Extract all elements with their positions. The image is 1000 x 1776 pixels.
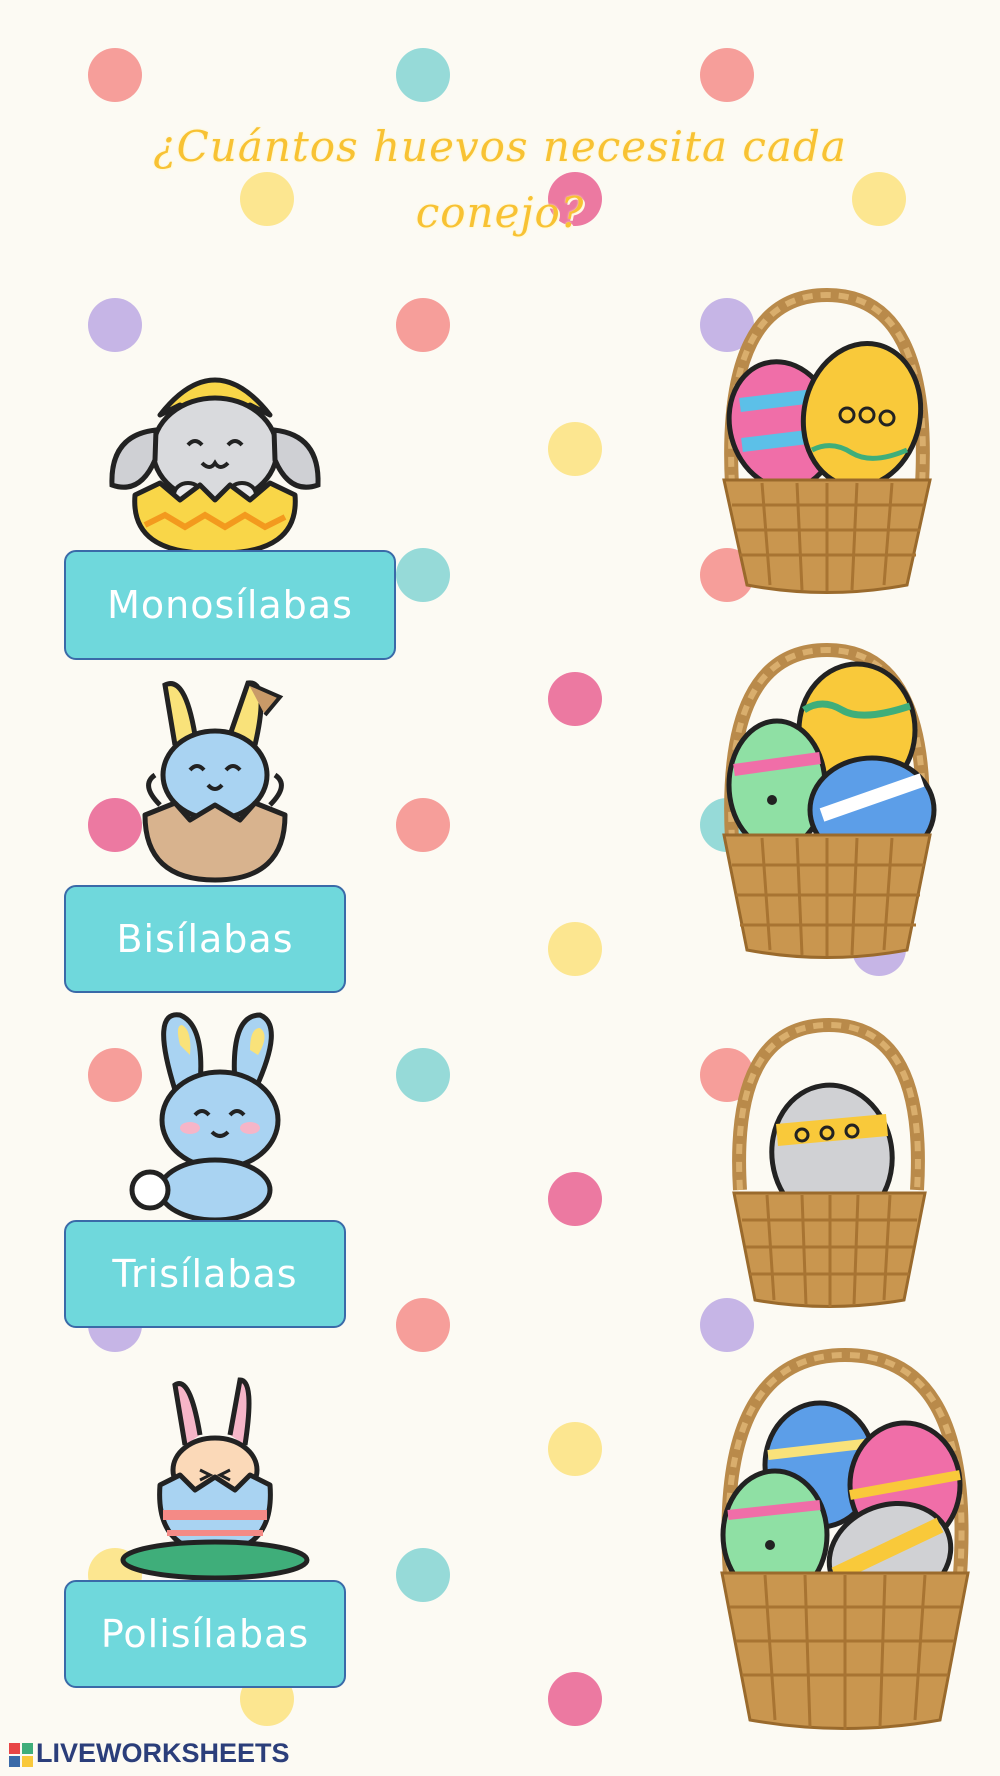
polka-dot [396, 1048, 450, 1102]
page-title-line-1: ¿Cuántos huevos necesita cada [153, 122, 847, 171]
basket-three-eggs-icon [722, 642, 937, 959]
polka-dot [396, 48, 450, 102]
polka-dot [548, 922, 602, 976]
polka-dot [700, 48, 754, 102]
polka-dot [88, 298, 142, 352]
polka-dot [396, 548, 450, 602]
basket-four-eggs-icon [720, 1347, 970, 1730]
label-bisilabas[interactable]: Bisílabas [64, 885, 346, 993]
polka-dot [88, 48, 142, 102]
polka-dot [396, 1298, 450, 1352]
footer-logo: LIVEWORKSHEETS [8, 1738, 290, 1769]
polka-dot [548, 1172, 602, 1226]
label-monosilabas[interactable]: Monosílabas [64, 550, 396, 660]
polka-dot [396, 798, 450, 852]
bunny-egg-costume-icon [120, 1377, 310, 1580]
basket-two-eggs-icon [722, 287, 932, 594]
worksheet-page: ¿Cuántos huevos necesita cada conejo? Mo… [0, 0, 1000, 1776]
bunny-in-shell-icon [142, 680, 288, 883]
liveworksheets-logo-icon [9, 1742, 33, 1767]
polka-dot [396, 1548, 450, 1602]
bunny-in-egg-icon [109, 377, 321, 555]
sitting-bunny-icon [129, 1012, 281, 1220]
polka-dot [548, 422, 602, 476]
polka-dot [548, 672, 602, 726]
polka-dot [548, 1422, 602, 1476]
footer-brand: LIVEWORKSHEETS [36, 1738, 290, 1768]
label-polisilabas[interactable]: Polisílabas [64, 1580, 346, 1688]
polka-dot [548, 1672, 602, 1726]
page-title-line-2: conejo? [415, 188, 585, 237]
polka-dot [396, 298, 450, 352]
basket-one-egg-icon [732, 1017, 927, 1308]
label-trisilabas[interactable]: Trisílabas [64, 1220, 346, 1328]
